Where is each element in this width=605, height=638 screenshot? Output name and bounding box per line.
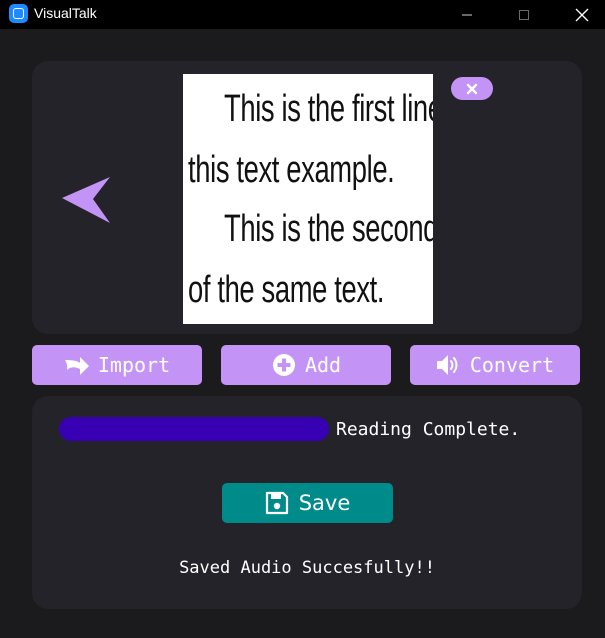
app-window: VisualTalk This is the first line of thi… [0, 0, 605, 638]
maximize-button[interactable] [501, 0, 547, 29]
maximize-icon [519, 9, 529, 20]
progress-bar [59, 417, 329, 441]
floppy-disk-icon [265, 491, 288, 515]
import-label: Import [97, 353, 171, 377]
convert-label: Convert [469, 353, 555, 377]
add-button[interactable]: Add [221, 345, 391, 385]
status-message: Saved Audio Succesfully!! [179, 558, 435, 578]
remove-image-button[interactable] [451, 77, 493, 100]
minimize-icon [462, 14, 472, 15]
save-button[interactable]: Save [222, 483, 393, 523]
title-bar: VisualTalk [0, 0, 605, 29]
close-window-button[interactable] [559, 0, 605, 29]
plus-circle-icon [271, 352, 297, 378]
preview-text-line: This is the second line [224, 208, 433, 250]
image-preview: This is the first line of this text exam… [183, 74, 433, 324]
share-arrow-icon [64, 352, 90, 378]
speaker-icon [436, 352, 462, 378]
progress-fill [59, 417, 329, 441]
add-label: Add [304, 353, 342, 377]
save-label: Save [298, 491, 351, 515]
preview-text-line: This is the first line of [224, 88, 433, 130]
window-title: VisualTalk [34, 5, 97, 21]
convert-button[interactable]: Convert [410, 345, 580, 385]
close-icon [466, 83, 478, 94]
close-icon [575, 8, 589, 21]
preview-text-line: of the same text. [188, 269, 385, 311]
progress-status: Reading Complete. [336, 419, 521, 440]
arrow-left-icon [62, 177, 110, 223]
app-icon [9, 4, 28, 23]
preview-text-line: this text example. [188, 149, 395, 191]
import-button[interactable]: Import [32, 345, 202, 385]
minimize-button[interactable] [444, 0, 490, 29]
back-button[interactable] [60, 173, 114, 227]
